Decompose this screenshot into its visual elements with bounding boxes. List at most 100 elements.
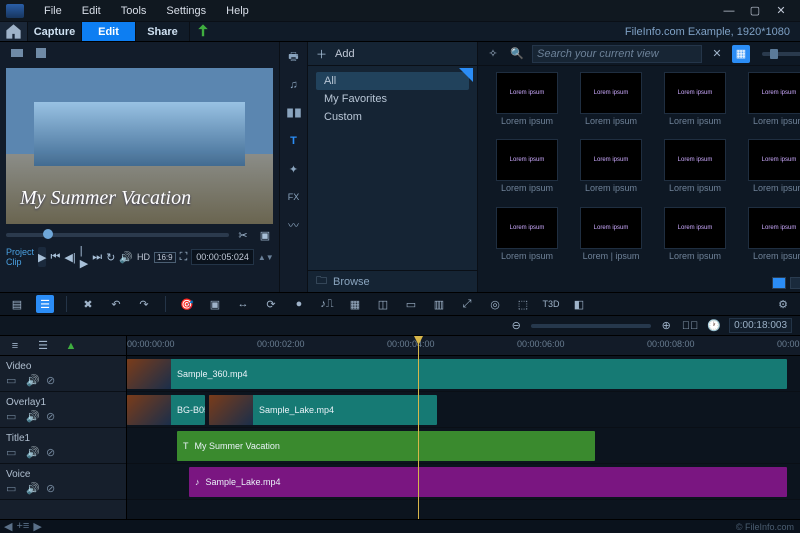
- prev-frame-button[interactable]: ◀|: [64, 249, 75, 265]
- pin-icon[interactable]: [459, 68, 473, 82]
- zoom-in-button[interactable]: ⊕: [657, 317, 675, 335]
- rail-title-icon[interactable]: T: [285, 132, 303, 150]
- rail-graphics-icon[interactable]: ✦: [285, 160, 303, 178]
- preview-player[interactable]: My Summer Vacation: [6, 68, 273, 224]
- menu-settings[interactable]: Settings: [156, 5, 216, 17]
- track-lock-icon[interactable]: ⊘: [46, 446, 58, 458]
- speed-icon[interactable]: ●: [290, 295, 308, 313]
- close-button[interactable]: ✕: [768, 0, 794, 22]
- library-thumbnail[interactable]: Lorem ipsum: [748, 72, 800, 114]
- rail-paths-icon[interactable]: 〰: [285, 216, 303, 234]
- preview-add-clip-icon[interactable]: [34, 46, 48, 60]
- preview-tab-icon[interactable]: [10, 46, 24, 60]
- zoom-slider[interactable]: [531, 324, 651, 328]
- undo-button[interactable]: ↶: [107, 295, 125, 313]
- lib-view-btn-1[interactable]: [772, 277, 786, 289]
- tab-capture[interactable]: Capture: [28, 22, 82, 41]
- timeline-clip[interactable]: TMy Summer Vacation: [177, 431, 595, 461]
- track-mute-icon[interactable]: 🔊: [26, 374, 38, 386]
- add-track-left-icon[interactable]: ◀: [4, 520, 12, 533]
- thumb-size-slider[interactable]: [762, 52, 800, 56]
- go-end-button[interactable]: ⏭: [92, 249, 102, 265]
- track-visibility-icon[interactable]: ▭: [6, 374, 18, 386]
- storyboard-view-icon[interactable]: ▤: [8, 295, 26, 313]
- tool-options-icon[interactable]: ✖: [79, 295, 97, 313]
- track-mute-icon[interactable]: 🔊: [26, 482, 38, 494]
- library-thumbnail[interactable]: Lorem ipsum: [748, 139, 800, 181]
- volume-button[interactable]: 🔊: [119, 249, 133, 265]
- add-folder-button[interactable]: ＋: [316, 46, 327, 62]
- resize-icon[interactable]: ↔: [234, 295, 252, 313]
- search-clear-icon[interactable]: ✕: [708, 45, 726, 63]
- mode-project-label[interactable]: Project: [6, 247, 34, 257]
- record-icon[interactable]: 🎯: [178, 295, 196, 313]
- next-frame-button[interactable]: |▶: [80, 249, 88, 265]
- split-screen-icon[interactable]: ▥: [430, 295, 448, 313]
- search-input[interactable]: Search your current view: [532, 45, 702, 63]
- mask-icon[interactable]: ⬚: [514, 295, 532, 313]
- browse-label[interactable]: Browse: [333, 276, 370, 288]
- redo-button[interactable]: ↷: [135, 295, 153, 313]
- track-visibility-icon[interactable]: ▭: [6, 482, 18, 494]
- add-track-icon[interactable]: +≡: [16, 520, 29, 533]
- rail-transition-icon[interactable]: [285, 104, 303, 122]
- snapshot-icon[interactable]: ▣: [257, 227, 273, 243]
- library-thumbnail[interactable]: Lorem ipsum: [580, 207, 642, 249]
- lib-view-btn-2[interactable]: [790, 277, 800, 289]
- library-thumbnail[interactable]: Lorem ipsum: [580, 139, 642, 181]
- minimize-button[interactable]: —: [716, 0, 742, 22]
- reverse-icon[interactable]: ⟳: [262, 295, 280, 313]
- track-lock-icon[interactable]: ⊘: [46, 482, 58, 494]
- track-visibility-icon[interactable]: ▭: [6, 410, 18, 422]
- timeline-clip[interactable]: BG-B05.jpg: [127, 395, 205, 425]
- rail-media-icon[interactable]: 🖶: [285, 48, 303, 66]
- rail-audio-icon[interactable]: ♫: [285, 76, 303, 94]
- audio-mix-icon[interactable]: ♪⎍: [318, 295, 336, 313]
- menu-edit[interactable]: Edit: [72, 5, 111, 17]
- library-thumbnail[interactable]: Lorem ipsum: [664, 72, 726, 114]
- subtitle-icon[interactable]: ◧: [570, 295, 588, 313]
- library-thumbnail[interactable]: Lorem ipsum: [664, 207, 726, 249]
- home-button[interactable]: [0, 22, 28, 41]
- track-lock-icon[interactable]: ⊘: [46, 374, 58, 386]
- preview-scrubber[interactable]: [6, 233, 229, 237]
- timeline-view-icon[interactable]: ☰: [36, 295, 54, 313]
- library-thumbnail[interactable]: Lorem ipsum: [580, 72, 642, 114]
- hd-label[interactable]: HD: [137, 252, 150, 262]
- split-icon[interactable]: ✂: [235, 227, 251, 243]
- track-lock-icon[interactable]: ⊘: [46, 410, 58, 422]
- chroma-icon[interactable]: ▦: [346, 295, 364, 313]
- go-start-button[interactable]: ⏮: [50, 249, 60, 265]
- fullscreen-button[interactable]: ⛶: [180, 249, 188, 265]
- preview-timecode[interactable]: 00:00:05:024: [191, 249, 254, 265]
- track-motion-icon[interactable]: ◎: [486, 295, 504, 313]
- pan-zoom-icon[interactable]: ⤢: [458, 295, 476, 313]
- library-thumbnail[interactable]: Lorem ipsum: [748, 207, 800, 249]
- menu-help[interactable]: Help: [216, 5, 259, 17]
- tree-item-favorites[interactable]: My Favorites: [316, 90, 469, 108]
- browse-icon[interactable]: 🗀: [316, 272, 327, 291]
- timeline-settings-icon[interactable]: ⚙: [774, 295, 792, 313]
- add-track-right-icon[interactable]: ▶: [33, 520, 41, 533]
- tree-item-custom[interactable]: Custom: [316, 108, 469, 126]
- loop-button[interactable]: ↻: [106, 249, 115, 265]
- zoom-out-button[interactable]: ⊖: [507, 317, 525, 335]
- crop-icon[interactable]: ▣: [206, 295, 224, 313]
- zoom-fit-button[interactable]: ⊕⃝: [681, 317, 699, 335]
- maximize-button[interactable]: ▢: [742, 0, 768, 22]
- track-menu-icon[interactable]: ☰: [34, 337, 52, 355]
- tab-share[interactable]: Share: [136, 22, 190, 41]
- rail-fx-icon[interactable]: FX: [285, 188, 303, 206]
- track-list-icon[interactable]: ≡: [6, 337, 24, 355]
- track-marker-icon[interactable]: ▲: [62, 337, 80, 355]
- t3d-icon[interactable]: T3D: [542, 295, 560, 313]
- tree-item-all[interactable]: All: [316, 72, 469, 90]
- timeline-clip[interactable]: Sample_Lake.mp4: [209, 395, 437, 425]
- library-thumbnail[interactable]: Lorem ipsum: [496, 72, 558, 114]
- lib-filter-icon[interactable]: ✧: [484, 45, 502, 63]
- track-mute-icon[interactable]: 🔊: [26, 446, 38, 458]
- timeline-clip[interactable]: Sample_360.mp4: [127, 359, 787, 389]
- menu-tools[interactable]: Tools: [111, 5, 157, 17]
- menu-file[interactable]: File: [34, 5, 72, 17]
- track-visibility-icon[interactable]: ▭: [6, 446, 18, 458]
